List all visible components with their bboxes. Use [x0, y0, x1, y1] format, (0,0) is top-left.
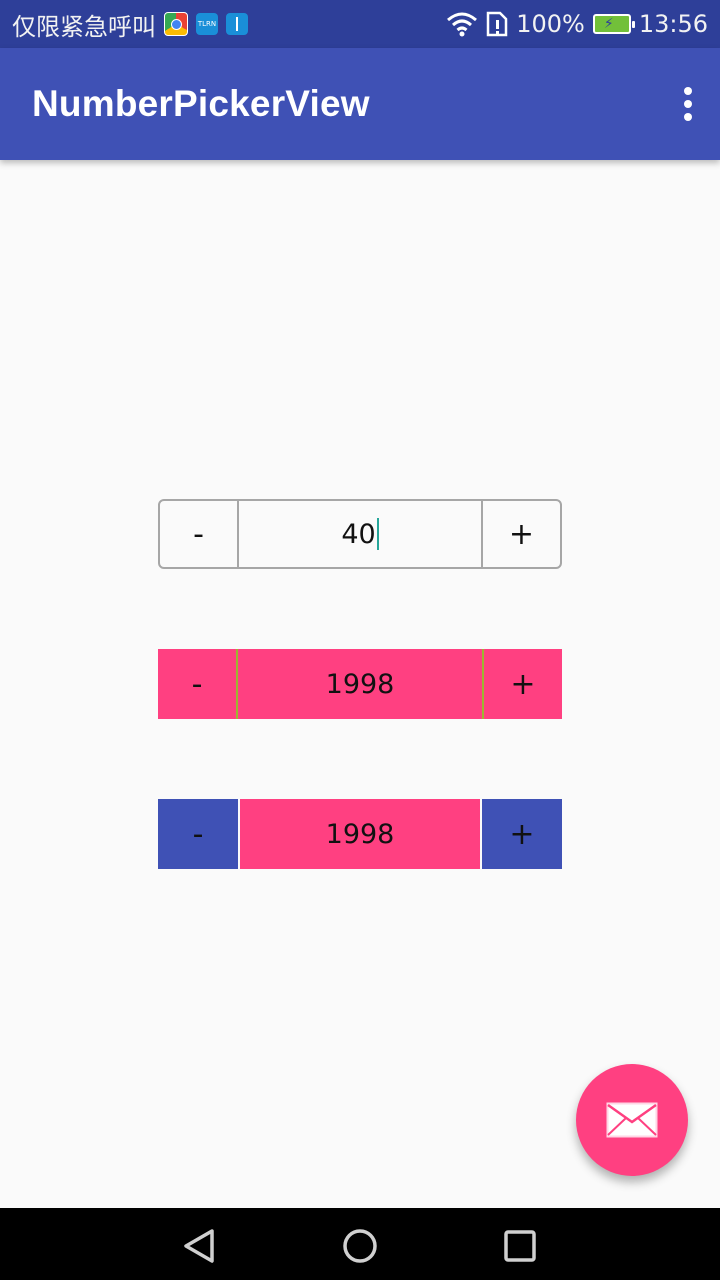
status-left: 仅限紧急呼叫 TLRN: [12, 0, 248, 48]
number-input[interactable]: 40: [239, 501, 481, 567]
number-input[interactable]: 1998: [240, 799, 480, 869]
home-icon[interactable]: [340, 1226, 380, 1266]
decrement-button[interactable]: -: [160, 501, 239, 567]
wifi-icon: [447, 12, 478, 37]
clock: 13:56: [638, 10, 708, 38]
charging-bolt-icon: ⚡: [603, 16, 614, 32]
navigation-bar: [0, 1208, 720, 1280]
battery-percent: 100%: [516, 10, 585, 38]
number-picker-pink: - 1998 +: [158, 649, 562, 719]
app-icon-text: TLRN: [197, 20, 217, 28]
browser-icon: [164, 12, 188, 36]
screen: 仅限紧急呼叫 TLRN 100% ⚡ 13:56 NumberPickerVie…: [0, 0, 720, 1280]
status-bar: 仅限紧急呼叫 TLRN 100% ⚡ 13:56: [0, 0, 720, 48]
back-icon[interactable]: [180, 1226, 220, 1266]
email-icon: [606, 1102, 658, 1138]
decrement-button[interactable]: -: [158, 649, 238, 719]
increment-button[interactable]: +: [481, 501, 560, 567]
battery-icon: ⚡: [592, 14, 635, 34]
app-title: NumberPickerView: [32, 83, 370, 124]
more-vert-icon[interactable]: [676, 84, 700, 124]
app-icon: TLRN: [196, 13, 218, 35]
decrement-button[interactable]: -: [158, 799, 238, 869]
number-picker-outlined: - 40 +: [158, 499, 562, 569]
number-value: 40: [341, 518, 376, 550]
email-fab[interactable]: [576, 1064, 688, 1176]
number-picker-indigo: - 1998 +: [158, 799, 562, 869]
carrier-text: 仅限紧急呼叫: [12, 12, 156, 41]
increment-button[interactable]: +: [482, 799, 562, 869]
increment-button[interactable]: +: [482, 649, 562, 719]
usb-icon: [226, 13, 248, 35]
app-bar: NumberPickerView: [0, 48, 720, 160]
sim-alert-icon: [486, 11, 508, 37]
status-right: 100% ⚡ 13:56: [446, 0, 708, 48]
text-cursor: [376, 518, 379, 550]
recents-icon[interactable]: [500, 1226, 540, 1266]
number-input[interactable]: 1998: [238, 649, 482, 719]
